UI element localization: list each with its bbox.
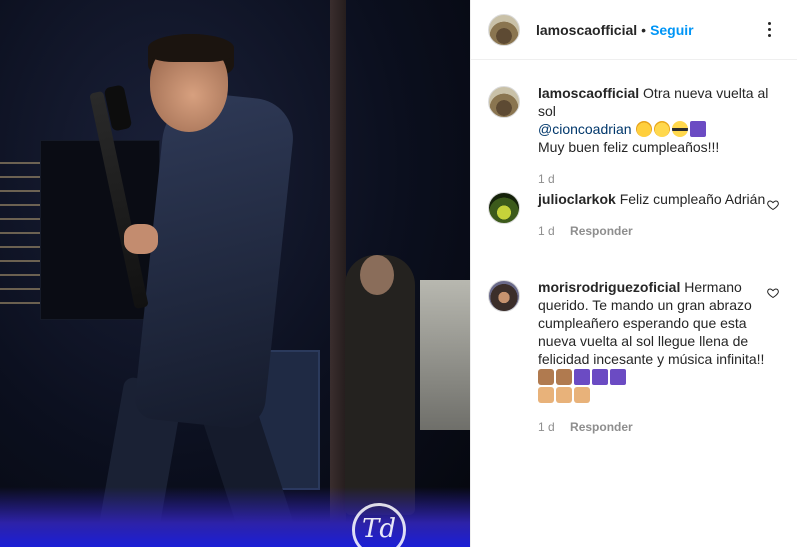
comment-text: Feliz cumpleaño Adrián [619,191,766,207]
commenter-username[interactable]: julioclarkok [538,191,616,207]
separator-dot: • [641,21,647,38]
partying-face-icon [653,121,670,137]
raised-hand-icon [556,369,572,385]
caption-text-line2: Muy buen feliz cumpleaños!!! [538,139,720,155]
background-wall [420,280,470,430]
post-header: lamoscaofficial • Seguir [471,0,797,60]
caption-time[interactable]: 1 d [538,172,555,186]
stage-pole [330,0,346,547]
post-sidebar: lamoscaofficial • Seguir lamoscaofficial… [470,0,797,547]
folded-hands-icon [556,387,572,403]
performer-hand [124,224,158,254]
background-person-head [360,255,394,295]
comment-time[interactable]: 1 d [538,224,555,238]
caption: lamoscaofficial Otra nueva vuelta al sol… [488,84,788,188]
caption-mention[interactable]: @cioncoadrian [538,121,632,137]
commenter-avatar[interactable] [488,192,520,224]
string-lights [0,150,40,310]
author-username[interactable]: lamoscaofficial [536,22,637,38]
post-photo[interactable]: Td [0,0,470,547]
commenter-avatar[interactable] [488,280,520,312]
commenter-username[interactable]: morisrodriguezoficial [538,279,680,295]
folded-hands-icon [538,387,554,403]
like-heart-icon[interactable] [767,199,779,211]
musical-notes-icon [689,121,706,137]
comment-time[interactable]: 1 d [538,420,555,434]
comment-item: julioclarkok Feliz cumpleaño Adrián 1 d … [488,190,788,240]
like-heart-icon[interactable] [767,287,779,299]
comment-item: morisrodriguezoficial Hermano querido. T… [488,278,788,436]
ok-hand-icon [538,369,554,385]
caption-username[interactable]: lamoscaofficial [538,85,639,101]
more-options-icon[interactable] [757,18,781,42]
caption-avatar[interactable] [488,86,520,118]
follow-button[interactable]: Seguir [650,22,694,38]
musical-note-icon [592,369,608,385]
musical-notes-icon [610,369,626,385]
folded-hands-icon [574,387,590,403]
performer-hair-top [148,34,234,62]
sunglasses-face-icon [671,121,688,137]
smiling-face-hearts-icon [635,121,652,137]
musical-notes-icon [574,369,590,385]
reply-button[interactable]: Responder [570,224,633,238]
reply-button[interactable]: Responder [570,420,633,434]
author-avatar[interactable] [488,13,520,46]
